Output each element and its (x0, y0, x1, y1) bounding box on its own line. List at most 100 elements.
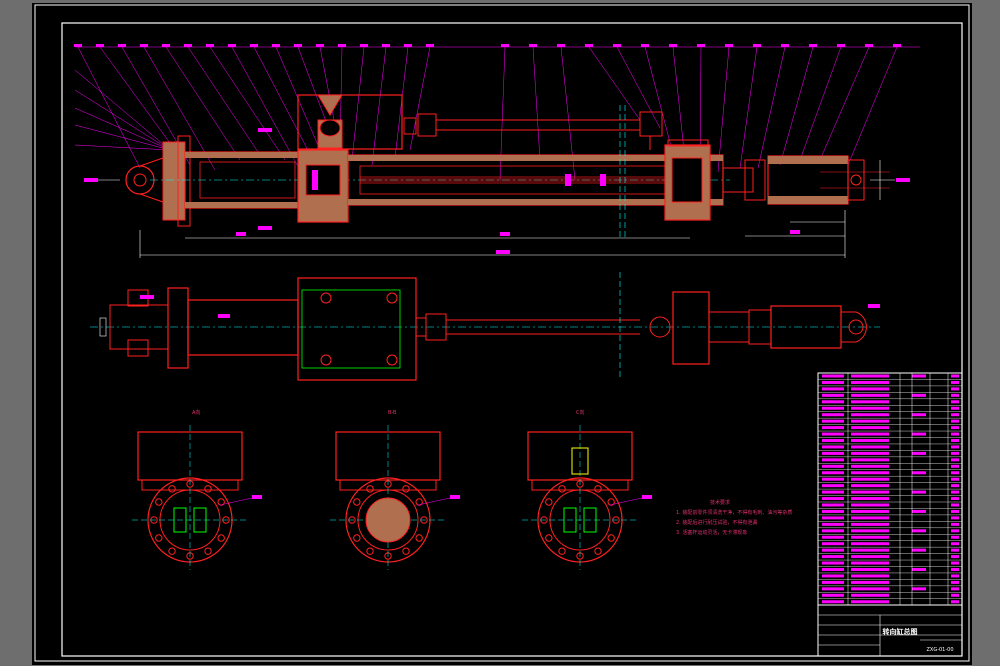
balloon-tag (272, 44, 280, 47)
rod-section (365, 497, 411, 543)
part-code (822, 439, 844, 442)
part-note (951, 516, 959, 520)
part-material (912, 509, 926, 513)
part-code (822, 593, 844, 597)
part-name (851, 374, 889, 378)
part-note (951, 568, 959, 571)
part-note (951, 432, 959, 436)
part-note (951, 464, 959, 468)
part-code (822, 380, 844, 384)
part-name (851, 548, 889, 552)
part-code (822, 529, 844, 533)
part-code (822, 451, 844, 455)
part-material (912, 490, 926, 494)
part-code (822, 568, 844, 571)
part-name (851, 451, 889, 455)
balloon-tag (450, 495, 460, 499)
drawing-title: 转向缸总图 (883, 627, 918, 636)
part-code (822, 542, 844, 546)
part-code (822, 555, 844, 559)
balloon-tag (641, 44, 649, 47)
part-name (851, 568, 889, 571)
part-name (851, 535, 889, 539)
part-note (951, 406, 959, 410)
part-note (951, 490, 959, 494)
part-note (951, 413, 959, 417)
part-material (912, 568, 926, 571)
part-note (951, 380, 959, 384)
part-name (851, 529, 889, 533)
part-name (851, 464, 889, 468)
part-name (851, 542, 889, 546)
part-note (951, 580, 959, 584)
part-code (822, 535, 844, 539)
balloon-tag (96, 44, 104, 47)
balloon-tag (360, 44, 368, 47)
tech-req-item-2: 2. 装配后进行耐压试验，不得有泄漏 (676, 519, 757, 526)
part-name (851, 580, 889, 584)
balloon-tag (338, 44, 346, 47)
balloon-tag (613, 44, 621, 47)
part-name (851, 458, 889, 462)
part-name (851, 419, 889, 423)
drawing-sheet: A向 B-B C向 技术要求 1. 装配前零件须清洗干净，不得有毛刺、油污等杂质… (0, 0, 1000, 666)
part-material (912, 471, 926, 475)
part-name (851, 400, 889, 404)
part-code (822, 374, 844, 378)
part-code (822, 426, 844, 430)
part-note (951, 445, 959, 449)
part-note (951, 458, 959, 462)
part-note (951, 374, 959, 378)
part-name (851, 490, 889, 494)
part-code (822, 445, 844, 449)
part-code (822, 600, 844, 604)
balloon-tag (697, 44, 705, 47)
part-material (912, 374, 926, 378)
part-note (951, 600, 959, 604)
part-name (851, 484, 889, 488)
part-code (822, 574, 844, 578)
part-code (822, 548, 844, 552)
part-name (851, 426, 889, 430)
part-material (912, 451, 926, 455)
balloon-tag (781, 44, 789, 47)
balloon-tag (837, 44, 845, 47)
part-code (822, 497, 844, 501)
part-name (851, 432, 889, 436)
part-code (822, 522, 844, 526)
part-note (951, 522, 959, 526)
balloon-tag (252, 495, 262, 499)
part-note (951, 497, 959, 501)
part-note (951, 587, 959, 591)
part-name (851, 393, 889, 397)
balloon-tag (228, 44, 236, 47)
part-name (851, 380, 889, 384)
balloon-tag (501, 44, 509, 47)
part-note (951, 484, 959, 488)
part-code (822, 400, 844, 404)
part-material (912, 587, 926, 591)
balloon-tag (642, 495, 652, 499)
view-label-b: B-B (388, 410, 397, 416)
part-note (951, 561, 959, 565)
part-name (851, 445, 889, 449)
part-code (822, 503, 844, 507)
balloon-tag (404, 44, 412, 47)
balloon-tag (184, 44, 192, 47)
part-note (951, 542, 959, 546)
view-label-c: C向 (576, 409, 585, 416)
part-note (951, 529, 959, 533)
part-note (951, 548, 959, 552)
part-code (822, 484, 844, 488)
part-name (851, 471, 889, 475)
part-code (822, 471, 844, 475)
part-name (851, 413, 889, 417)
part-code (822, 516, 844, 520)
part-note (951, 471, 959, 475)
part-name (851, 522, 889, 526)
balloon-tag (529, 44, 537, 47)
part-note (951, 419, 959, 423)
balloon-tag (426, 44, 434, 47)
part-name (851, 587, 889, 591)
balloon-tag (206, 44, 214, 47)
